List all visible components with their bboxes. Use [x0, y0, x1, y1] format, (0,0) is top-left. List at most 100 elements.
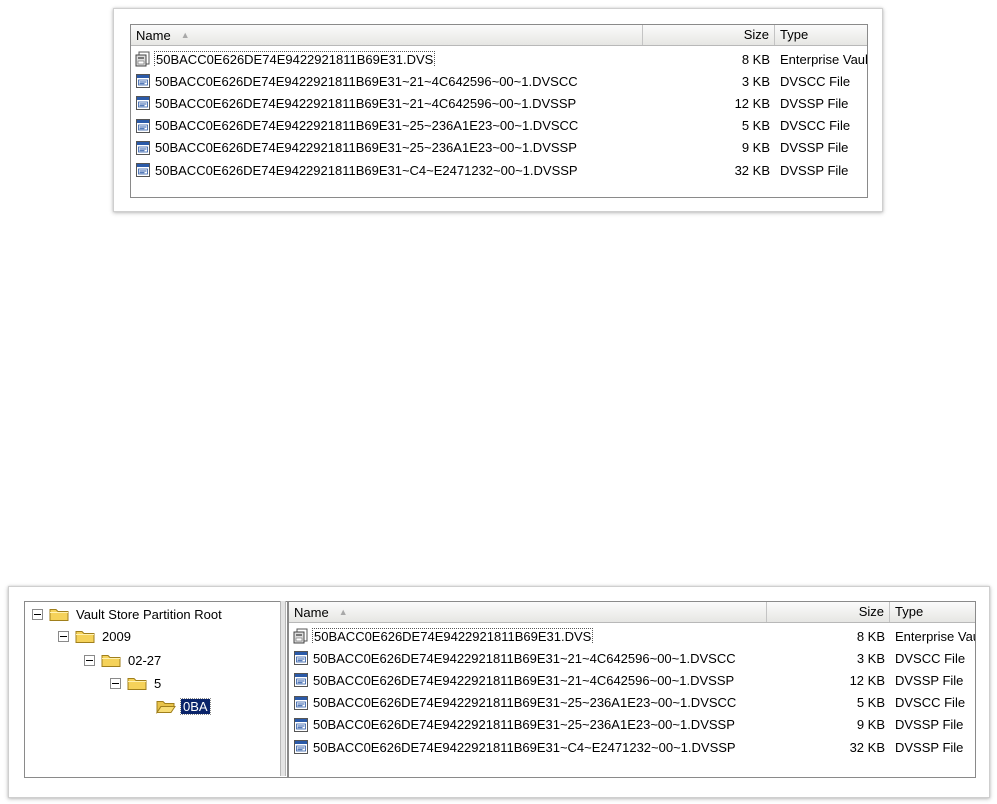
file-size: 5 KB: [856, 695, 885, 711]
folder-icon: [127, 678, 147, 690]
file-list-view[interactable]: Name ▲ Size Type 50BACC0E626DE74E9422921…: [130, 24, 868, 198]
file-name: 50BACC0E626DE74E9422921811B69E31.DVS: [153, 51, 436, 68]
file-size: 8 KB: [856, 628, 885, 644]
file-row[interactable]: 50BACC0E626DE74E9422921811B69E31~C4~E247…: [131, 159, 867, 181]
file-row[interactable]: 50BACC0E626DE74E9422921811B69E31~21~4C64…: [131, 92, 867, 114]
tree-node-2009[interactable]: 2009: [58, 626, 133, 646]
file-size: 5 KB: [741, 118, 770, 134]
file-name: 50BACC0E626DE74E9422921811B69E31~21~4C64…: [313, 672, 735, 688]
column-header-name[interactable]: Name ▲: [289, 602, 767, 622]
file-list-view[interactable]: Name ▲ Size Type 50BACC0E626DE74E9422921…: [288, 601, 976, 778]
file-list-screenshot-top: Name ▲ Size Type 50BACC0E626DE74E9422921…: [113, 8, 883, 212]
dvs-saveset-icon: [293, 628, 308, 644]
file-name: 50BACC0E626DE74E9422921811B69E31~21~4C64…: [155, 95, 577, 111]
file-type: DVSSP File: [895, 717, 964, 733]
file-name-cell[interactable]: 50BACC0E626DE74E9422921811B69E31~25~236A…: [289, 695, 767, 711]
file-row[interactable]: 50BACC0E626DE74E9422921811B69E31~C4~E247…: [289, 736, 975, 758]
file-type: DVSSP File: [895, 672, 964, 688]
pane-splitter[interactable]: [280, 601, 286, 776]
file-name: 50BACC0E626DE74E9422921811B69E31~25~236A…: [313, 695, 737, 711]
file-type: DVSCC File: [780, 73, 851, 89]
file-size: 3 KB: [856, 650, 885, 666]
file-name-cell[interactable]: 50BACC0E626DE74E9422921811B69E31~25~236A…: [131, 118, 643, 134]
file-row[interactable]: 50BACC0E626DE74E9422921811B69E31.DVS 8 K…: [289, 625, 975, 647]
file-name: 50BACC0E626DE74E9422921811B69E31.DVS: [311, 628, 594, 645]
file-type: Enterprise Vault: [780, 51, 867, 67]
file-name-cell[interactable]: 50BACC0E626DE74E9422921811B69E31.DVS: [289, 628, 767, 645]
file-name: 50BACC0E626DE74E9422921811B69E31~25~236A…: [155, 140, 577, 156]
file-name-cell[interactable]: 50BACC0E626DE74E9422921811B69E31~21~4C64…: [131, 73, 643, 89]
dvssp-file-icon: [136, 163, 150, 178]
dvscc-file-icon: [136, 118, 150, 133]
file-row[interactable]: 50BACC0E626DE74E9422921811B69E31~25~236A…: [131, 115, 867, 137]
file-name: 50BACC0E626DE74E9422921811B69E31~21~4C64…: [155, 73, 578, 89]
file-type: DVSCC File: [780, 118, 851, 134]
file-size: 12 KB: [734, 95, 770, 111]
file-row[interactable]: 50BACC0E626DE74E9422921811B69E31~21~4C64…: [289, 669, 975, 691]
file-type: DVSSP File: [780, 140, 849, 156]
dvssp-file-icon: [294, 673, 308, 688]
folder-icon: [75, 631, 95, 643]
dvssp-file-icon: [294, 717, 308, 732]
file-size: 3 KB: [741, 73, 770, 89]
tree-node-5[interactable]: 5: [110, 673, 163, 693]
file-size: 12 KB: [849, 672, 885, 688]
file-name-cell[interactable]: 50BACC0E626DE74E9422921811B69E31~21~4C64…: [131, 95, 643, 111]
dvssp-file-icon: [294, 740, 308, 755]
file-size: 9 KB: [741, 140, 770, 156]
file-row[interactable]: 50BACC0E626DE74E9422921811B69E31~25~236A…: [289, 692, 975, 714]
file-name-cell[interactable]: 50BACC0E626DE74E9422921811B69E31~C4~E247…: [289, 739, 767, 755]
folder-tree[interactable]: Vault Store Partition Root 2009 02-27 5 …: [24, 601, 288, 778]
sort-ascending-icon: ▲: [180, 29, 190, 40]
column-header-size[interactable]: Size: [767, 602, 890, 622]
file-type: DVSCC File: [895, 650, 966, 666]
tree-node-vault-store-partition-root[interactable]: Vault Store Partition Root: [32, 604, 224, 624]
column-header-type[interactable]: Type: [890, 602, 975, 622]
file-size: 32 KB: [849, 739, 885, 755]
tree-node-label: 5: [154, 675, 162, 691]
open-folder-icon: [156, 701, 176, 714]
file-name-cell[interactable]: 50BACC0E626DE74E9422921811B69E31~C4~E247…: [131, 162, 643, 178]
dvssp-file-icon: [136, 140, 150, 155]
file-row[interactable]: 50BACC0E626DE74E9422921811B69E31~21~4C64…: [289, 647, 975, 669]
tree-node-label: Vault Store Partition Root: [76, 606, 222, 622]
file-size: 8 KB: [741, 51, 770, 67]
collapse-icon[interactable]: [110, 677, 121, 689]
collapse-icon[interactable]: [58, 630, 69, 642]
file-name: 50BACC0E626DE74E9422921811B69E31~C4~E247…: [313, 739, 736, 755]
column-header-name[interactable]: Name ▲: [131, 25, 643, 45]
tree-node-label: 2009: [102, 628, 131, 644]
column-header-row: Name ▲ Size Type: [289, 602, 975, 623]
file-size: 9 KB: [856, 717, 885, 733]
dvssp-file-icon: [136, 96, 150, 111]
column-header-row: Name ▲ Size Type: [131, 25, 867, 46]
tree-node-0ba[interactable]: 0BA: [156, 696, 211, 716]
file-name-cell[interactable]: 50BACC0E626DE74E9422921811B69E31~21~4C64…: [289, 650, 767, 666]
collapse-icon[interactable]: [32, 608, 43, 620]
folder-icon: [49, 609, 69, 621]
file-rows: 50BACC0E626DE74E9422921811B69E31.DVS 8 K…: [289, 623, 975, 758]
file-name-cell[interactable]: 50BACC0E626DE74E9422921811B69E31~21~4C64…: [289, 672, 767, 688]
file-row[interactable]: 50BACC0E626DE74E9422921811B69E31~25~236A…: [289, 714, 975, 736]
file-row[interactable]: 50BACC0E626DE74E9422921811B69E31.DVS 8 K…: [131, 48, 867, 70]
file-type: DVSSP File: [780, 95, 849, 111]
dvscc-file-icon: [136, 74, 150, 89]
file-row[interactable]: 50BACC0E626DE74E9422921811B69E31~21~4C64…: [131, 70, 867, 92]
tree-node-label: 0BA: [180, 697, 211, 715]
file-row[interactable]: 50BACC0E626DE74E9422921811B69E31~25~236A…: [131, 137, 867, 159]
collapse-icon[interactable]: [84, 654, 95, 666]
file-name: 50BACC0E626DE74E9422921811B69E31~21~4C64…: [313, 650, 736, 666]
column-header-size[interactable]: Size: [643, 25, 775, 45]
file-type: Enterprise Vault: [895, 628, 975, 644]
file-name-cell[interactable]: 50BACC0E626DE74E9422921811B69E31.DVS: [131, 51, 643, 68]
tree-node-label: 02-27: [128, 652, 162, 668]
folder-icon: [101, 655, 121, 667]
file-size: 32 KB: [734, 162, 770, 178]
dvscc-file-icon: [294, 651, 308, 666]
file-name-cell[interactable]: 50BACC0E626DE74E9422921811B69E31~25~236A…: [289, 717, 767, 733]
tree-node-02-27[interactable]: 02-27: [84, 650, 163, 670]
file-type: DVSCC File: [895, 695, 966, 711]
file-name-cell[interactable]: 50BACC0E626DE74E9422921811B69E31~25~236A…: [131, 140, 643, 156]
column-header-type[interactable]: Type: [775, 25, 867, 45]
file-name: 50BACC0E626DE74E9422921811B69E31~25~236A…: [313, 717, 735, 733]
